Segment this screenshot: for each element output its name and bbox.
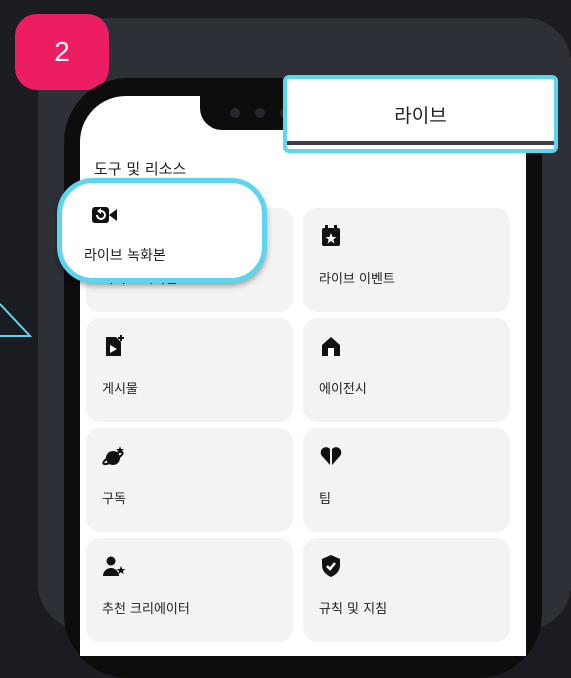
tile-label: 추천 크리에이터 — [102, 602, 190, 617]
calendar-star-icon — [319, 224, 343, 248]
section-title: 도구 및 리소스 — [94, 160, 187, 178]
home-icon — [319, 334, 343, 358]
arrow-hint-icon — [0, 303, 33, 337]
tile-rules-guidelines[interactable]: 규칙 및 지침 — [303, 538, 510, 642]
shield-check-icon — [319, 554, 343, 578]
planet-star-icon — [102, 444, 126, 468]
live-recordings-label: 라이브 녹화본 — [84, 248, 166, 264]
step-number-badge: 2 — [15, 14, 109, 90]
step-number: 2 — [54, 36, 70, 67]
live-tab-callout[interactable]: 라이브 — [283, 75, 558, 153]
tile-recommended-creators[interactable]: 추천 크리에이터 — [86, 538, 293, 642]
tile-live-events[interactable]: 라이브 이벤트 — [303, 208, 510, 312]
live-recordings-callout[interactable]: 라이브 녹화본 — [57, 178, 267, 283]
camera-dot — [230, 108, 240, 118]
tab-active-indicator — [287, 141, 554, 145]
tile-label: 팀 — [319, 492, 331, 507]
tile-label: 게시물 — [102, 382, 138, 397]
post-add-icon — [102, 334, 126, 358]
video-replay-icon — [92, 205, 118, 227]
tile-label: 규칙 및 지침 — [319, 602, 388, 617]
tile-label: 구독 — [102, 492, 126, 507]
live-tab-label: 라이브 — [394, 105, 447, 127]
tile-subscriptions[interactable]: 구독 — [86, 428, 293, 532]
tile-label: 라이브 이벤트 — [319, 272, 395, 287]
tile-label: 에이전시 — [319, 382, 367, 397]
tile-agency[interactable]: 에이전시 — [303, 318, 510, 422]
tile-team[interactable]: 팀 — [303, 428, 510, 532]
camera-dot — [255, 108, 265, 118]
tile-posts[interactable]: 게시물 — [86, 318, 293, 422]
person-star-icon — [102, 554, 126, 578]
heart-split-icon — [319, 444, 343, 468]
